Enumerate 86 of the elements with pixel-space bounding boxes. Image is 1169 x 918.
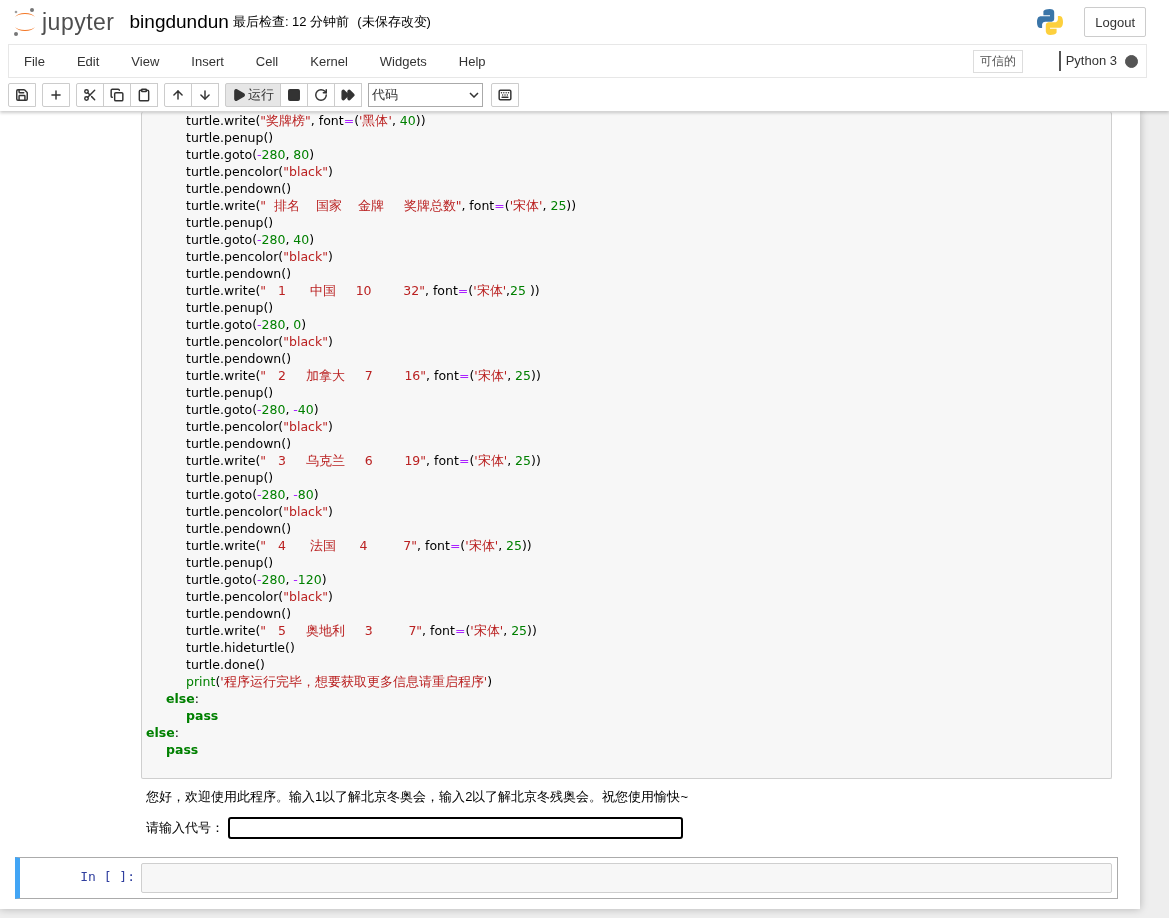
- code-line: turtle.penup(): [185, 214, 274, 231]
- code-input-area[interactable]: [141, 112, 1112, 779]
- move-down-button[interactable]: [191, 83, 219, 107]
- menu-item[interactable]: File: [14, 53, 60, 69]
- code-line: turtle.goto(-280, 80): [185, 146, 315, 163]
- scissors-icon: [83, 88, 97, 102]
- code-line: turtle.penup(): [185, 129, 274, 146]
- code-line: print('程序运行完毕，想要获取更多信息请重启程序'): [185, 673, 493, 690]
- code-line: else:: [146, 724, 179, 741]
- stop-icon: [287, 88, 301, 102]
- run-all-button[interactable]: [334, 83, 362, 107]
- code-line: turtle.write(" 1 中国 10 32", font=('宋体',25 )): [185, 282, 540, 299]
- code-line: turtle.pendown(): [185, 180, 292, 197]
- code-line: turtle.pencolor("black"): [185, 163, 333, 180]
- menu-item[interactable]: View: [121, 53, 175, 69]
- copy-icon: [110, 88, 124, 102]
- move-up-button[interactable]: [164, 83, 192, 107]
- code-line: turtle.pendown(): [185, 435, 292, 452]
- code-line: turtle.pencolor("black"): [185, 503, 333, 520]
- code-line: pass: [165, 741, 199, 758]
- input-field[interactable]: [228, 817, 683, 839]
- checkpoint-status: 最后检查: 12 分钟前: [232, 13, 350, 31]
- caret-icon: [469, 92, 479, 98]
- notebook-name[interactable]: bingdundun: [129, 11, 229, 33]
- code-line: turtle.penup(): [185, 299, 274, 316]
- code-line: turtle.penup(): [185, 554, 274, 571]
- jupyter-logo-text: jupyter: [42, 8, 115, 36]
- code-line: turtle.hideturtle(): [185, 639, 295, 656]
- menu-item[interactable]: Kernel: [300, 53, 363, 69]
- code-line: else:: [165, 690, 199, 707]
- menu-item[interactable]: Help: [448, 53, 501, 69]
- jupyter-logo-icon: [12, 7, 38, 37]
- code-line: turtle.pendown(): [185, 605, 292, 622]
- fast-forward-icon: [341, 88, 355, 102]
- trusted-badge[interactable]: 可信的: [972, 49, 1023, 73]
- run-button[interactable]: 运行: [225, 83, 281, 107]
- code-line: turtle.pendown(): [185, 350, 292, 367]
- play-icon: [232, 88, 246, 102]
- code-line: turtle.pencolor("black"): [185, 248, 333, 265]
- code-line: turtle.pencolor("black"): [185, 418, 333, 435]
- keyboard-button[interactable]: [491, 83, 519, 107]
- menu-item[interactable]: Edit: [66, 53, 115, 69]
- code-line: turtle.pencolor("black"): [185, 333, 333, 350]
- keyboard-icon: [498, 88, 512, 102]
- code-line: pass: [185, 707, 219, 724]
- save-icon: [15, 88, 29, 102]
- clipboard-icon: [137, 88, 151, 102]
- menu-item[interactable]: Insert: [181, 53, 239, 69]
- save-button[interactable]: [8, 83, 36, 107]
- code-line: turtle.goto(-280, -80): [185, 486, 319, 503]
- autosave-status: (未保存改变): [357, 13, 431, 31]
- cell-type-dropdown[interactable]: 代码: [368, 83, 483, 107]
- code-line: turtle.goto(-280, 40): [185, 231, 315, 248]
- logout-button[interactable]: Logout: [1084, 7, 1146, 37]
- code-line: turtle.pendown(): [185, 265, 292, 282]
- code-line: turtle.write(" 2 加拿大 7 16", font=('宋体', 25)): [185, 367, 541, 384]
- stop-button[interactable]: [280, 83, 308, 107]
- code-line: turtle.write(" 5 奥地利 3 7", font=('宋体', 25)): [185, 622, 537, 639]
- kernel-name: Python 3: [1058, 51, 1117, 71]
- code-line: turtle.done(): [185, 656, 265, 673]
- code-line: turtle.penup(): [185, 469, 274, 486]
- code-line: turtle.pencolor("black"): [185, 588, 333, 605]
- code-line: turtle.goto(-280, 0): [185, 316, 307, 333]
- refresh-icon: [314, 88, 328, 102]
- code-line: turtle.write(" 3 乌克兰 6 19", font=('宋体', 25)): [185, 452, 541, 469]
- code-line: turtle.goto(-280, -120): [185, 571, 327, 588]
- code-input-area[interactable]: [141, 863, 1112, 893]
- output-text: 您好，欢迎使用此程序。输入1以了解北京冬奥会，输入2以了解北京冬残奥会。祝您使用愉快~: [145, 788, 690, 806]
- menu-item[interactable]: Widgets: [369, 53, 442, 69]
- code-line: turtle.penup(): [185, 384, 274, 401]
- input-prompt-label: 请输入代号：: [146, 819, 224, 837]
- paste-button[interactable]: [130, 83, 158, 107]
- plus-icon: [49, 88, 63, 102]
- cell-prompt: In [ ]:: [79, 868, 136, 886]
- code-line: turtle.write(" 排名 国家 金牌 奖牌总数", font=('宋体', 25)): [185, 197, 577, 214]
- code-line: turtle.write(" 4 法国 4 7", font=('宋体', 25)): [185, 537, 532, 554]
- selected-cell[interactable]: In [ ]:: [15, 857, 1118, 899]
- add-cell-button[interactable]: [42, 83, 70, 107]
- code-line: turtle.pendown(): [185, 520, 292, 537]
- cut-button[interactable]: [76, 83, 104, 107]
- restart-button[interactable]: [307, 83, 335, 107]
- python-logo-icon: [1036, 8, 1065, 36]
- copy-button[interactable]: [103, 83, 131, 107]
- code-line: turtle.goto(-280, -40): [185, 401, 319, 418]
- code-line: turtle.write("奖牌榜", font=('黑体', 40)): [185, 112, 426, 129]
- menu-item[interactable]: Cell: [245, 53, 294, 69]
